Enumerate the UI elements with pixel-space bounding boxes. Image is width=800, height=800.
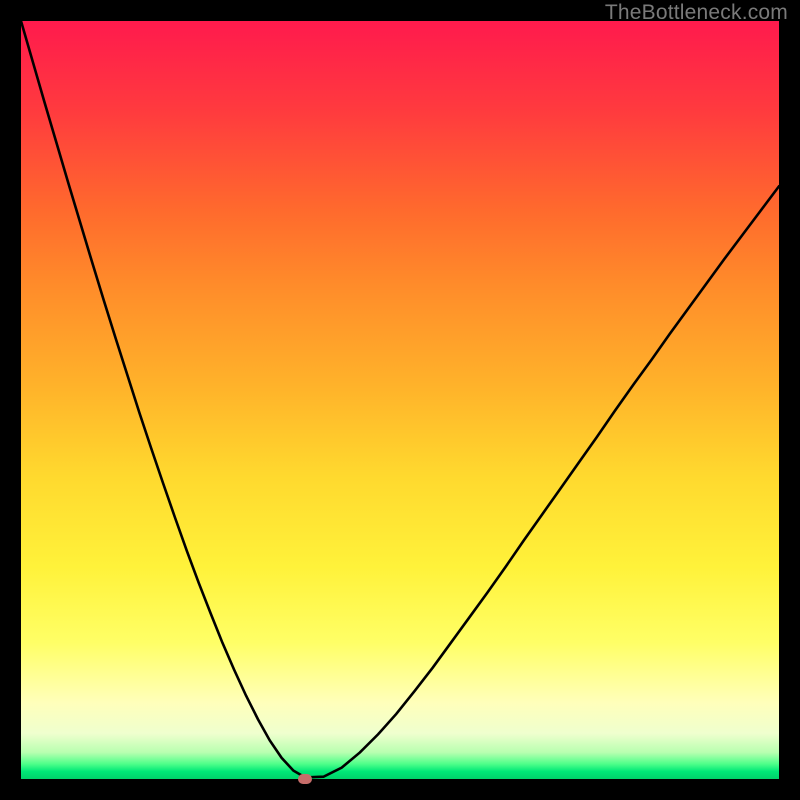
bottleneck-curve [21, 21, 779, 779]
chart-area [21, 21, 779, 779]
optimal-point-marker [298, 774, 312, 784]
